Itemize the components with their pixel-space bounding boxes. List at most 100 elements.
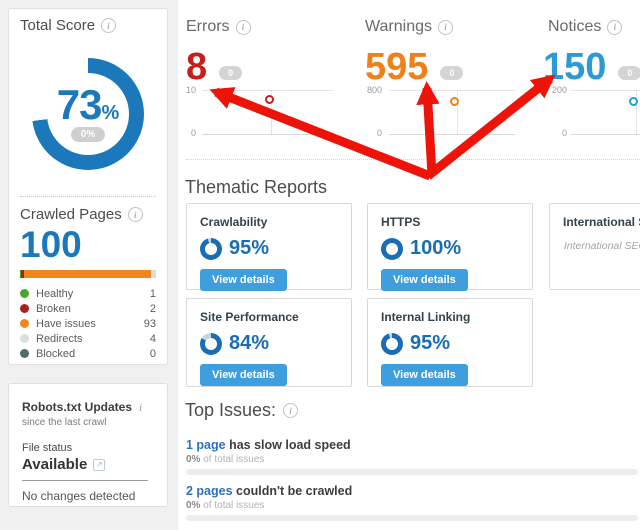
card-title: Site Performance bbox=[200, 310, 338, 324]
issue-share-suffix: of total issues bbox=[203, 454, 264, 465]
blocked-dot-icon bbox=[20, 349, 29, 358]
warnings-data-point[interactable] bbox=[450, 97, 459, 106]
crawlability-card: Crawlability 95% View details bbox=[186, 203, 352, 290]
score-delta-badge: 0% bbox=[71, 127, 105, 142]
legend-value: 93 bbox=[144, 318, 156, 330]
info-icon[interactable]: i bbox=[236, 20, 251, 35]
info-icon[interactable]: i bbox=[139, 402, 142, 414]
legend-value: 2 bbox=[150, 303, 156, 315]
notices-count: 150 bbox=[543, 48, 606, 86]
legend-label: Have issues bbox=[36, 318, 96, 330]
warnings-chart-gridline bbox=[457, 90, 458, 134]
notices-axis-min: 0 bbox=[545, 128, 567, 138]
info-icon[interactable]: i bbox=[128, 207, 143, 222]
errors-chart-baseline bbox=[202, 134, 333, 135]
view-details-button[interactable]: View details bbox=[200, 269, 287, 291]
bar-segment-redirects bbox=[151, 270, 156, 278]
warnings-label: Warnings bbox=[365, 18, 432, 36]
divider bbox=[20, 196, 156, 197]
errors-chart-topline bbox=[202, 90, 333, 91]
errors-data-point[interactable] bbox=[265, 95, 274, 104]
site-performance-percent: 84% bbox=[229, 332, 269, 355]
card-score-row: 100% bbox=[381, 237, 519, 260]
notices-metric: Notices i 150 0 bbox=[543, 18, 640, 86]
errors-delta-badge: 0 bbox=[219, 66, 242, 80]
warnings-chart-baseline bbox=[389, 134, 515, 135]
robots-txt-subtitle: since the last crawl bbox=[22, 417, 154, 428]
total-score-card: Total Score i 73% 0% Crawled Pages i 100 bbox=[8, 8, 168, 365]
info-icon[interactable]: i bbox=[607, 20, 622, 35]
errors-heading: Errors i bbox=[186, 18, 251, 36]
legend-row-broken: Broken 2 bbox=[20, 301, 156, 316]
crawled-pages-legend: Healthy 1 Broken 2 Have issues 93 Redire… bbox=[20, 286, 156, 361]
warnings-axis-min: 0 bbox=[360, 128, 382, 138]
robots-txt-card: Robots.txt Updates i since the last craw… bbox=[8, 383, 168, 507]
international-seo-note: International SEO is not used on this si… bbox=[563, 239, 640, 271]
notices-label: Notices bbox=[548, 18, 601, 36]
card-title: HTTPS bbox=[381, 215, 519, 229]
notices-value-row: 150 0 bbox=[543, 48, 640, 86]
file-status-label: File status bbox=[22, 442, 154, 454]
top-issues-label: Top Issues: bbox=[185, 400, 276, 421]
view-details-button[interactable]: View details bbox=[200, 364, 287, 386]
issue-link[interactable]: 1 page bbox=[186, 438, 226, 452]
broken-dot-icon bbox=[20, 304, 29, 313]
warnings-value-row: 595 0 bbox=[365, 48, 463, 86]
card-score-row: 95% bbox=[200, 237, 338, 260]
total-score-value: 73% bbox=[57, 86, 120, 124]
site-performance-donut bbox=[200, 333, 222, 355]
view-details-button[interactable]: View details bbox=[381, 364, 468, 386]
notices-chart-topline bbox=[571, 90, 640, 91]
site-audit-dashboard: Total Score i 73% 0% Crawled Pages i 100 bbox=[0, 0, 640, 530]
top-issues-title: Top Issues: i bbox=[185, 400, 298, 421]
notices-axis-max: 200 bbox=[545, 85, 567, 95]
score-unit: % bbox=[101, 102, 119, 124]
divider bbox=[186, 159, 640, 160]
legend-row-redirects: Redirects 4 bbox=[20, 331, 156, 346]
file-status-link[interactable]: Available ↗ bbox=[22, 456, 154, 473]
thematic-reports-title: Thematic Reports bbox=[185, 177, 327, 198]
card-title: Internal Linking bbox=[381, 310, 519, 324]
robots-changes-note: No changes detected bbox=[22, 489, 154, 503]
issue-title: 2 pages couldn't be crawled bbox=[186, 484, 638, 498]
issue-share: 0% of total issues bbox=[186, 500, 638, 512]
external-link-icon[interactable]: ↗ bbox=[93, 459, 105, 471]
crawled-pages-bar bbox=[20, 270, 156, 278]
legend-label: Broken bbox=[36, 303, 71, 315]
international-seo-card: International SEO International SEO is n… bbox=[549, 203, 640, 290]
issue-progress-bar bbox=[186, 469, 638, 475]
issue-progress-bar bbox=[186, 515, 638, 521]
notices-chart-baseline bbox=[571, 134, 640, 135]
arrow-to-notices bbox=[428, 79, 550, 176]
crawled-pages-title: Crawled Pages bbox=[20, 206, 122, 223]
thematic-reports-label: Thematic Reports bbox=[185, 177, 327, 198]
issue-item: 1 page has slow load speed 0% of total i… bbox=[186, 438, 638, 475]
total-score-value-group: 73% 0% bbox=[32, 58, 144, 170]
legend-value: 4 bbox=[150, 333, 156, 345]
warnings-chart-topline bbox=[389, 90, 515, 91]
issue-share-percent: 0% bbox=[186, 454, 200, 465]
issue-link[interactable]: 2 pages bbox=[186, 484, 233, 498]
errors-count: 8 bbox=[186, 48, 207, 86]
errors-label: Errors bbox=[186, 18, 230, 36]
info-icon[interactable]: i bbox=[283, 403, 298, 418]
issue-item: 2 pages couldn't be crawled 0% of total … bbox=[186, 484, 638, 521]
legend-value: 0 bbox=[150, 348, 156, 360]
notices-data-point[interactable] bbox=[629, 97, 638, 106]
legend-label: Redirects bbox=[36, 333, 82, 345]
left-sidebar: Total Score i 73% 0% Crawled Pages i 100 bbox=[0, 0, 178, 530]
info-icon[interactable]: i bbox=[101, 18, 116, 33]
card-score-row: 84% bbox=[200, 332, 338, 355]
total-score-heading: Total Score i bbox=[20, 17, 156, 34]
view-details-button[interactable]: View details bbox=[381, 269, 468, 291]
internal-linking-percent: 95% bbox=[410, 332, 450, 355]
legend-label: Blocked bbox=[36, 348, 75, 360]
warnings-count: 595 bbox=[365, 48, 428, 86]
warnings-metric: Warnings i 595 0 bbox=[365, 18, 463, 86]
file-status-value[interactable]: Available bbox=[22, 456, 87, 473]
info-icon[interactable]: i bbox=[438, 20, 453, 35]
https-donut bbox=[381, 238, 403, 260]
https-percent: 100% bbox=[410, 237, 461, 260]
legend-row-blocked: Blocked 0 bbox=[20, 346, 156, 361]
bar-segment-have-issues bbox=[24, 270, 150, 278]
